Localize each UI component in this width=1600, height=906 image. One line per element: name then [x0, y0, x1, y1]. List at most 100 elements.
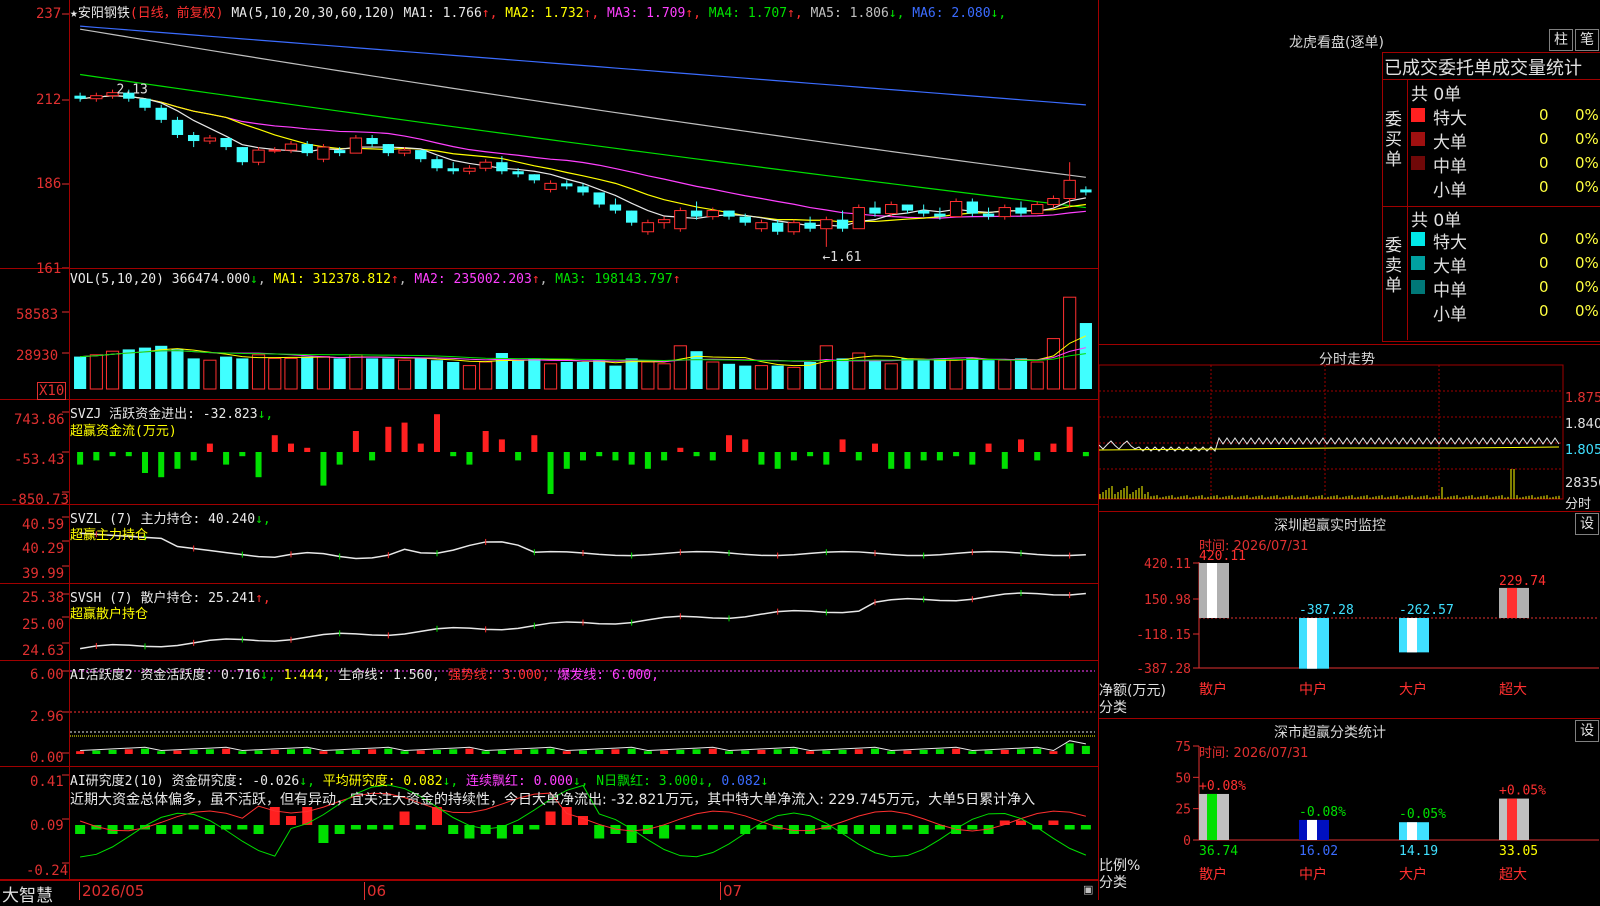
- candle-body: [771, 222, 784, 232]
- svsh-axis-3: 24.63: [22, 643, 65, 659]
- ai-active-bar: [1033, 748, 1042, 754]
- ai-active-bar: [514, 749, 523, 754]
- monitor-panel[interactable]: 深圳超赢实时监控 设 时间: 2026/07/31 420.11 150.98 -1…: [1099, 512, 1600, 719]
- candle-body: [90, 95, 103, 100]
- ai-research-bar: [253, 825, 264, 834]
- ai-research-bar: [724, 825, 734, 830]
- candle-body: [1031, 204, 1044, 215]
- kline-chart[interactable]: 2.13 ←1.61: [0, 0, 1098, 268]
- ai-research-bar: [399, 811, 410, 825]
- intraday-chart[interactable]: [1099, 345, 1600, 511]
- candle-body: [220, 138, 232, 148]
- svzj-panel[interactable]: SVZJ 活跃资金进出: -32.823↓, 超赢资金流(万元): [0, 400, 1098, 505]
- volume-bar: [155, 345, 168, 389]
- volume-bar: [819, 345, 833, 390]
- sell-row-count-2: 0: [1539, 254, 1549, 272]
- ai-research-bar: [918, 825, 929, 834]
- kline-panel[interactable]: ★安阳钢铁(日线，前复权) MA(5,10,20,30,60,120) MA1:…: [0, 0, 1098, 269]
- volume-panel[interactable]: VOL(5,10,20) 366474.000↓, MA1: 312378.81…: [0, 269, 1098, 400]
- intraday-frame: [1099, 364, 1564, 500]
- svzj-bar: [304, 447, 311, 452]
- monitor-value-label: -387.28: [1299, 603, 1354, 618]
- volume-bar: [901, 358, 914, 389]
- candle-body: [496, 162, 508, 172]
- ai-research-text2: 平均研究度: 0.082: [322, 774, 443, 789]
- svzl-panel[interactable]: SVZL (7) 主力持仓: 40.240↓, 超赢主力持仓: [0, 505, 1098, 584]
- ai-research-arrow4: ↓,: [697, 774, 714, 789]
- monitor-category: 中户: [1299, 681, 1327, 698]
- candle-body: [690, 210, 703, 217]
- classify-panel[interactable]: 深市超赢分类统计 设 时间: 2026/07/31 75 50 25 0 +0.08% 3…: [1099, 719, 1600, 900]
- candle-body: [804, 222, 816, 229]
- candle-body: [820, 219, 833, 230]
- ai-active-panel[interactable]: AI活跃度2 资金活跃度: 0.716↓, 1.444, 生命线: 1.560,…: [0, 661, 1098, 767]
- monitor-category: 超大: [1499, 682, 1527, 698]
- sell-row-label-4: 小单: [1433, 305, 1467, 325]
- classify-category: 中户: [1299, 866, 1327, 883]
- ai-active-bar: [1000, 749, 1009, 754]
- lock-icon[interactable]: ▣: [1083, 883, 1093, 896]
- volume-chart[interactable]: [0, 269, 1098, 399]
- date-tick-3: 07: [720, 882, 742, 900]
- volume-bar: [220, 356, 233, 389]
- svzj-bar: [661, 452, 668, 461]
- svzj-bar: [774, 452, 781, 469]
- buy-swatch-3: [1411, 156, 1425, 170]
- svzj-bar: [174, 452, 181, 469]
- candle-body: [787, 222, 801, 233]
- sell-row-pct-3: 0%: [1575, 278, 1599, 296]
- ai-research-bar: [691, 825, 702, 830]
- low-marker: ←1.61: [822, 250, 861, 265]
- svzj-bar: [693, 452, 700, 457]
- ai-active-bar: [238, 751, 247, 754]
- bar-mode-button[interactable]: 柱: [1549, 29, 1573, 51]
- vol-axis-2: 28930: [16, 348, 59, 364]
- buy-row-label-2: 大单: [1433, 133, 1467, 153]
- sell-row-label-1: 特大: [1433, 233, 1467, 253]
- svzj-bar: [401, 422, 408, 452]
- classify-axis-label: 50: [1175, 771, 1191, 786]
- candle-body: [917, 210, 930, 214]
- ai-research-text3: 连续飘红: 0.000: [466, 774, 573, 789]
- monitor-axis-label: -118.15: [1136, 628, 1191, 643]
- volume-bar: [576, 362, 590, 389]
- ai-research-panel[interactable]: AI研究度2(10) 资金研究度: -0.026↓, 平均研究度: 0.082↓…: [0, 767, 1098, 880]
- ai-research-text5: 0.082: [721, 774, 761, 789]
- ai-active-bar: [222, 748, 231, 754]
- buy-row-label-3: 中单: [1433, 157, 1467, 177]
- ai-active-bar: [903, 750, 912, 754]
- ai-active-bar: [887, 751, 896, 754]
- candle-body: [852, 207, 865, 230]
- svzj-bar: [563, 452, 570, 469]
- tick-mode-button[interactable]: 笔: [1575, 29, 1599, 51]
- ai-research-label: AI研究度2(10): [70, 774, 164, 789]
- volume-bar: [349, 354, 363, 390]
- svzj-bar: [515, 452, 522, 461]
- ai-active-axis-2: 2.96: [30, 709, 64, 725]
- volume-bar: [1079, 323, 1092, 389]
- classify-chart[interactable]: 75 50 25 0 +0.08% 36.74 散户 -0.08% 16.02 中户 -0.05% 1…: [1099, 719, 1600, 900]
- ai-active-bar: [838, 749, 847, 754]
- intraday-panel[interactable]: 分时走势 1.875 1.840 1.805 28356 分时: [1099, 345, 1600, 512]
- ai-research-arrow5: ↓: [760, 774, 769, 789]
- classify-change-label: -0.08%: [1299, 805, 1346, 820]
- sell-row-count-1: 0: [1539, 230, 1549, 248]
- volume-bar: [528, 358, 541, 389]
- volume-bar: [171, 349, 184, 389]
- volume-bar: [251, 354, 266, 390]
- volume-bar: [430, 360, 444, 389]
- ai-research-bar: [707, 825, 718, 830]
- svzj-bar: [466, 452, 473, 465]
- monitor-bar: [1399, 618, 1429, 653]
- ai-active-bar: [871, 748, 879, 754]
- monitor-chart[interactable]: 420.11 150.98 -118.15 -387.28 420.11 散户 -387.2…: [1099, 512, 1600, 718]
- ai-active-bar: [579, 750, 587, 754]
- dragon-panel: 龙虎看盘(逐单) 柱 笔 已成交委托单成交量统计 委买单 委卖单 共 0单 共 …: [1099, 0, 1600, 345]
- svsh-panel[interactable]: SVSH (7) 散户持仓: 25.241↑, 超赢散户持仓: [0, 584, 1098, 661]
- svzj-bar: [531, 435, 538, 452]
- svzj-bar: [369, 452, 376, 461]
- classify-value-label: 16.02: [1299, 844, 1338, 859]
- ai-active-bar: [708, 748, 717, 754]
- ai-research-bar: [529, 825, 540, 830]
- candle-body: [1080, 189, 1092, 193]
